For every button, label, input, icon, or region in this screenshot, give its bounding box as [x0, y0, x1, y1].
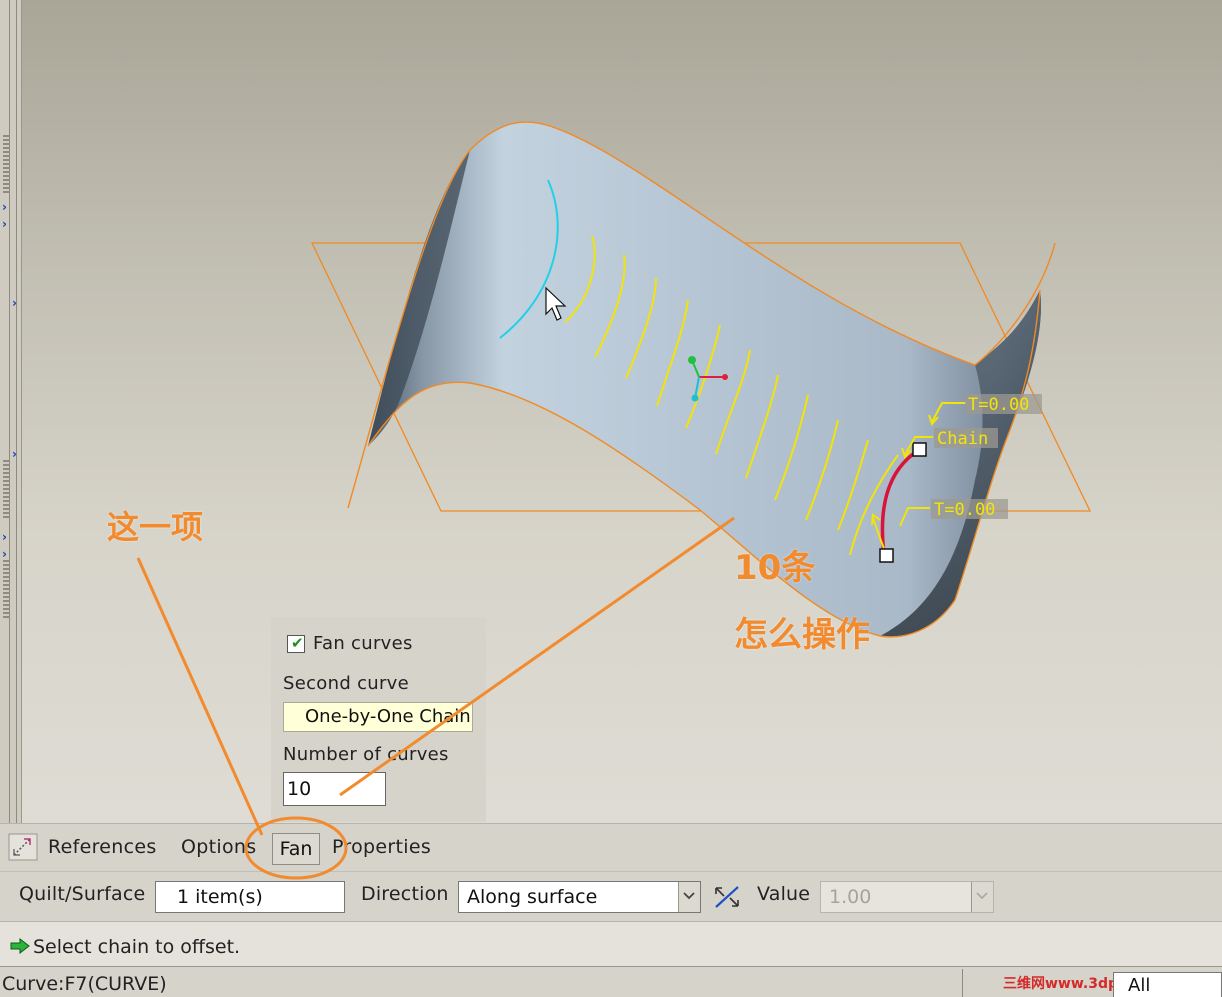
quilt-surface-label: Quilt/Surface [19, 883, 146, 905]
tab-options[interactable]: Options [181, 836, 256, 858]
expand-arrow-icon[interactable]: › [12, 297, 17, 309]
dashboard-icon[interactable] [8, 833, 38, 861]
fan-curves-checkbox[interactable]: ✔ [287, 634, 305, 653]
number-of-curves-input[interactable] [283, 772, 386, 806]
chevron-down-icon [971, 882, 993, 912]
annotation-ten-lines: 10条 [734, 548, 816, 588]
second-curve-collector[interactable]: One-by-One Chain [283, 702, 473, 732]
flip-direction-icon[interactable] [713, 884, 741, 910]
number-of-curves-label: Number of curves [283, 744, 449, 765]
graphics-viewport[interactable]: T=0.00 Chain T=0.00 › › › › › › ✔ Fan cu… [0, 0, 1222, 823]
direction-select[interactable]: Along surface [458, 881, 701, 913]
green-arrow-icon [10, 938, 30, 954]
dashboard-tabs: References Options Fan Properties [0, 823, 1222, 871]
direction-value: Along surface [467, 886, 598, 908]
message-area: Select chain to offset. [0, 921, 1222, 966]
expand-arrow-icon[interactable]: › [2, 218, 7, 230]
chain-end-handle[interactable] [912, 442, 927, 457]
left-rail: › › › › › › [0, 0, 22, 823]
annotation-how-to: 怎么操作 [734, 615, 870, 655]
prompt-message: Select chain to offset. [33, 936, 241, 958]
annotation-this-item: 这一项 [107, 508, 204, 546]
tab-properties[interactable]: Properties [332, 836, 431, 858]
second-curve-label: Second curve [283, 673, 409, 694]
value-text: 1.00 [829, 886, 872, 908]
model-canvas[interactable]: T=0.00 Chain T=0.00 [0, 0, 1222, 823]
offset-parameters: Quilt/Surface 1 item(s) Direction Along … [0, 871, 1222, 921]
chevron-down-icon[interactable] [678, 882, 700, 912]
direction-label: Direction [361, 883, 449, 905]
selection-filter[interactable]: All [1113, 972, 1222, 997]
expand-arrow-icon[interactable]: › [2, 531, 7, 543]
value-label: Value [757, 883, 811, 905]
fan-curves-label: Fan curves [313, 633, 413, 654]
expand-arrow-icon[interactable]: › [2, 548, 7, 560]
value-input: 1.00 [820, 881, 994, 913]
tab-references[interactable]: References [48, 836, 157, 858]
selection-status: Curve:F7(CURVE) [2, 973, 167, 995]
expand-arrow-icon[interactable]: › [2, 201, 7, 213]
quilt-surface-collector[interactable]: 1 item(s) [155, 881, 345, 913]
tab-fan[interactable]: Fan [272, 833, 320, 865]
t-value-label-top: T=0.00 [968, 395, 1029, 415]
status-bar: Curve:F7(CURVE) 三维网www.3dportal.cn All [0, 966, 1222, 997]
chain-label: Chain [937, 429, 988, 449]
fan-panel: ✔ Fan curves Second curve One-by-One Cha… [271, 617, 486, 822]
checkmark-icon: ✔ [291, 634, 304, 652]
chain-start-handle[interactable] [879, 548, 894, 563]
expand-arrow-icon[interactable]: › [12, 448, 17, 460]
t-value-label-bottom: T=0.00 [934, 500, 995, 520]
